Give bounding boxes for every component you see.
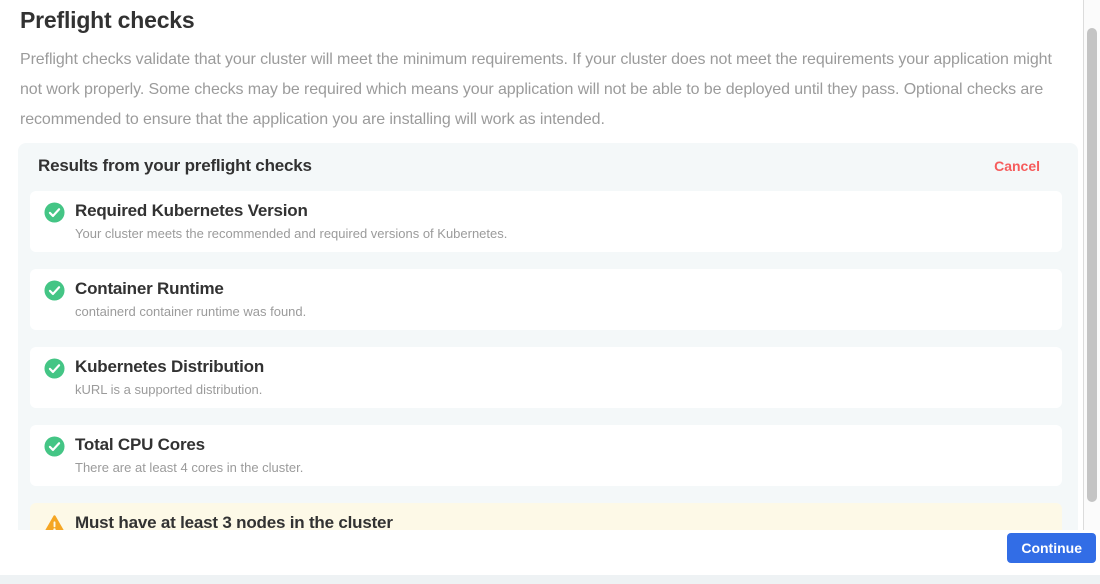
page-description: Preflight checks validate that your clus… bbox=[20, 45, 1072, 135]
warning-triangle-icon bbox=[44, 514, 65, 530]
page-content: Preflight checks Preflight checks valida… bbox=[0, 0, 1100, 135]
bottom-strip bbox=[0, 575, 1100, 584]
continue-button[interactable]: Continue bbox=[1007, 533, 1096, 563]
check-card-kubernetes-distribution: Kubernetes Distribution kURL is a suppor… bbox=[30, 347, 1062, 408]
check-text: Must have at least 3 nodes in the cluste… bbox=[75, 513, 393, 530]
results-panel: Results from your preflight checks Cance… bbox=[18, 143, 1078, 530]
check-message: kURL is a supported distribution. bbox=[75, 382, 264, 398]
check-title: Total CPU Cores bbox=[75, 435, 303, 455]
check-card-cpu-cores: Total CPU Cores There are at least 4 cor… bbox=[30, 425, 1062, 486]
check-message: Your cluster meets the recommended and r… bbox=[75, 226, 507, 242]
check-circle-icon bbox=[44, 358, 65, 379]
scrollbar[interactable] bbox=[1083, 0, 1100, 531]
check-text: Container Runtime containerd container r… bbox=[75, 279, 306, 320]
check-circle-icon bbox=[44, 202, 65, 223]
check-message: There are at least 4 cores in the cluste… bbox=[75, 460, 303, 476]
scrollbar-thumb[interactable] bbox=[1087, 28, 1097, 502]
check-text: Total CPU Cores There are at least 4 cor… bbox=[75, 435, 303, 476]
cancel-link[interactable]: Cancel bbox=[994, 158, 1040, 174]
check-title: Must have at least 3 nodes in the cluste… bbox=[75, 513, 393, 530]
check-text: Required Kubernetes Version Your cluster… bbox=[75, 201, 507, 242]
check-title: Kubernetes Distribution bbox=[75, 357, 264, 377]
results-panel-header: Results from your preflight checks Cance… bbox=[30, 156, 1062, 176]
results-panel-title: Results from your preflight checks bbox=[38, 156, 312, 176]
check-card-node-count: Must have at least 3 nodes in the cluste… bbox=[30, 503, 1062, 530]
check-card-container-runtime: Container Runtime containerd container r… bbox=[30, 269, 1062, 330]
page-title: Preflight checks bbox=[20, 7, 1100, 34]
check-message: containerd container runtime was found. bbox=[75, 304, 306, 320]
check-text: Kubernetes Distribution kURL is a suppor… bbox=[75, 357, 264, 398]
check-title: Required Kubernetes Version bbox=[75, 201, 507, 221]
check-circle-icon bbox=[44, 280, 65, 301]
footer: Continue bbox=[0, 530, 1100, 575]
check-card-kubernetes-version: Required Kubernetes Version Your cluster… bbox=[30, 191, 1062, 252]
check-title: Container Runtime bbox=[75, 279, 306, 299]
check-circle-icon bbox=[44, 436, 65, 457]
